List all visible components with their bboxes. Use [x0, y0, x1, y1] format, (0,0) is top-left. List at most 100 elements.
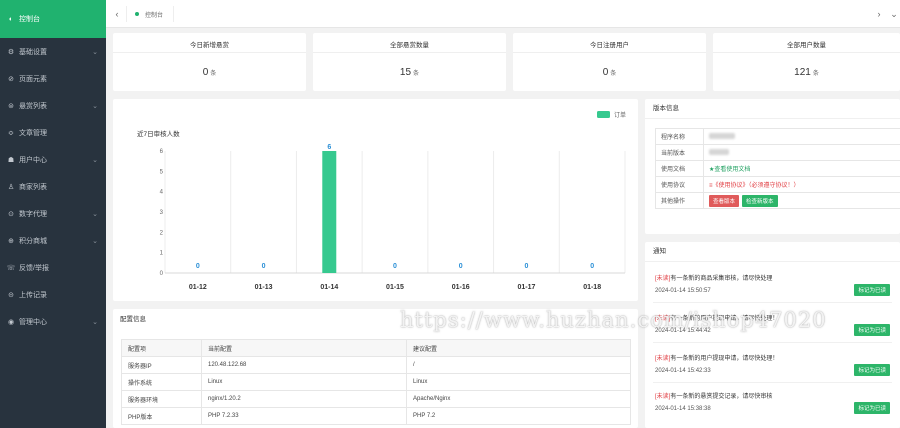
mall-icon: ⊕	[8, 237, 14, 245]
table-row: PHP版本 PHP 7.2.33 PHP 7.2	[121, 407, 631, 425]
x-tick-label: 01-16	[452, 284, 470, 291]
mark-read-button[interactable]: 标记为已读	[854, 324, 890, 336]
y-tick-label: 1	[160, 251, 164, 257]
version-info-panel: 版本信息 程序名称 当前版本 使用文档 ★查看使用文档 使用协议 ≡《使用协议》（必…	[645, 99, 900, 234]
stat-title: 全部悬赏数量	[390, 42, 429, 49]
x-tick-label: 01-17	[517, 284, 535, 291]
sidebar-item[interactable]: ⊕ 积分商城 ⌄	[0, 227, 106, 254]
panel-title: 版本信息	[645, 99, 900, 119]
sidebar-item[interactable]: ⊝ 上传记录	[0, 281, 106, 308]
notice-time: 2024-01-14 15:38:38	[655, 406, 711, 412]
data-label: 0	[262, 263, 266, 270]
data-label: 0	[524, 263, 528, 270]
sidebar-item[interactable]: ≎ 文章管理	[0, 119, 106, 146]
chevron-down-icon: ⌄	[92, 318, 98, 326]
check-update-button[interactable]: 检查新版本	[742, 194, 778, 207]
chevron-down-icon: ⌄	[890, 9, 898, 19]
topbar: ‹ 控制台 › ⌄	[106, 0, 900, 28]
sidebar-item-label: 数字代理	[19, 210, 47, 218]
sidebar-item[interactable]: ◐ 控制台	[0, 0, 106, 38]
sidebar-item[interactable]: ◉ 管理中心 ⌄	[0, 308, 106, 335]
legend-swatch	[597, 111, 610, 118]
sidebar-item-label: 用户中心	[19, 156, 47, 164]
x-tick-label: 01-18	[583, 284, 601, 291]
y-tick-label: 3	[160, 210, 164, 216]
stat-value: 0条	[602, 67, 617, 78]
cell: 服务器环境	[121, 390, 202, 408]
cell: /	[406, 356, 631, 374]
view-version-button[interactable]: 查看版本	[709, 194, 740, 207]
actions-cell: 查看版本 检查新版本	[703, 192, 900, 209]
table-row: 其他操作 查看版本 检查新版本	[655, 192, 900, 209]
stat-card-today-users: 今日注册用户 0条	[513, 33, 706, 91]
sidebar-item[interactable]: ⊙ 数字代理 ⌄	[0, 200, 106, 227]
cell: Linux	[406, 373, 631, 391]
notice-text: [未读]有一条新的用户提现申请，请尽快处理！	[655, 356, 779, 362]
agreement-link[interactable]: ≡《使用协议》（必须遵守协议！）	[703, 176, 900, 193]
sidebar-item[interactable]: ☗ 用户中心 ⌄	[0, 146, 106, 173]
stat-value: 0条	[202, 67, 217, 78]
data-label: 0	[393, 263, 397, 270]
sidebar-item-label: 反馈/举报	[19, 264, 49, 272]
chevron-right-icon: ›	[877, 9, 881, 19]
sidebar-item-label: 上传记录	[19, 291, 47, 299]
mark-read-button[interactable]: 标记为已读	[854, 284, 890, 296]
version-value	[703, 144, 900, 161]
dashboard-icon: ◐	[8, 15, 14, 23]
tab-dashboard[interactable]: 控制台	[126, 6, 175, 22]
sidebar-item[interactable]: ☏ 反馈/举报	[0, 254, 106, 281]
upload-icon: ⊝	[8, 291, 14, 299]
row-key: 当前版本	[655, 144, 704, 161]
docs-link[interactable]: ★查看使用文档	[703, 160, 900, 177]
cell: nginx/1.20.2	[201, 390, 407, 408]
list-item: [未读]有一条新的商品采集审核，请尽快处理 2024-01-14 15:50:5…	[653, 269, 892, 303]
admin-icon: ◉	[7, 318, 15, 326]
sidebar-item[interactable]: ⊜ 悬赏列表 ⌄	[0, 92, 106, 119]
row-key: 使用协议	[655, 176, 704, 193]
program-name-value	[703, 128, 900, 145]
sidebar-item[interactable]: ⚙ 基础设置 ⌄	[0, 38, 106, 65]
legend-label: 订单	[614, 111, 626, 119]
stat-title: 全部用户数量	[787, 42, 826, 49]
data-label: 0	[196, 263, 200, 270]
tabs-menu-button[interactable]: ⌄	[887, 7, 900, 21]
mark-read-button[interactable]: 标记为已读	[854, 402, 890, 414]
mark-read-button[interactable]: 标记为已读	[854, 364, 890, 376]
row-key: 其他操作	[655, 192, 704, 209]
stat-card-total-users: 全部用户数量 121 条	[713, 33, 900, 91]
cell: 服务器IP	[121, 356, 202, 374]
x-tick-label: 01-15	[386, 284, 404, 291]
chart-panel: 近7日审核人数 订单 0 1 2 3 4 5 6 0 01-12 0 01-13 6 01-14 0 01-15…	[113, 99, 638, 301]
stat-value: 15 条	[399, 67, 420, 78]
sidebar-item-label: 管理中心	[19, 318, 47, 326]
chart-title: 近7日审核人数	[137, 129, 180, 138]
chevron-down-icon: ⌄	[92, 156, 98, 164]
tabs-prev-button[interactable]: ‹	[110, 7, 124, 21]
config-table: 配置项 当前配置 建议配置 服务器IP 120.48.122.68/ 操作系统 Li…	[121, 339, 631, 425]
sidebar-item[interactable]: ♙ 商家列表	[0, 173, 106, 200]
reward-icon: ⊜	[8, 102, 14, 110]
tabs-next-button[interactable]: ›	[872, 7, 886, 21]
column-header: 配置项	[121, 339, 202, 357]
sidebar: ◐ 控制台 ⚙ 基础设置 ⌄ ⊘ 页面元素 ⊜ 悬赏列表 ⌄ ≎ 文章管理 ☗ 用户中心 ⌄ ♙ 商家列表 ⊙ 数字…	[0, 0, 106, 428]
cell: 操作系统	[121, 373, 202, 391]
x-tick-label: 01-13	[255, 284, 273, 291]
bar	[322, 151, 337, 273]
article-icon: ≎	[8, 129, 14, 137]
y-tick-label: 4	[160, 190, 164, 196]
sidebar-item-label: 页面元素	[19, 75, 47, 83]
table-row: 服务器环境 nginx/1.20.2 Apache/Nginx	[121, 390, 631, 408]
y-tick-label: 2	[160, 230, 164, 236]
notice-text: [未读]有一条新的商品采集审核，请尽快处理	[655, 276, 773, 282]
sidebar-item[interactable]: ⊘ 页面元素	[0, 65, 106, 92]
watermark: https://www.huzhan.com/ishop47020	[400, 308, 827, 332]
agent-icon: ⊙	[8, 210, 14, 218]
sidebar-item-label: 基础设置	[19, 48, 47, 56]
notice-panel: 通知 [未读]有一条新的商品采集审核，请尽快处理 2024-01-14 15:5…	[645, 242, 900, 428]
data-label: 6	[327, 144, 331, 151]
table-row: 当前版本	[655, 144, 900, 161]
table-row: 操作系统 Linux Linux	[121, 373, 631, 391]
cell: PHP 7.2.33	[201, 407, 407, 425]
cell: 120.48.122.68	[201, 356, 407, 374]
notice-time: 2024-01-14 15:50:57	[655, 288, 711, 294]
